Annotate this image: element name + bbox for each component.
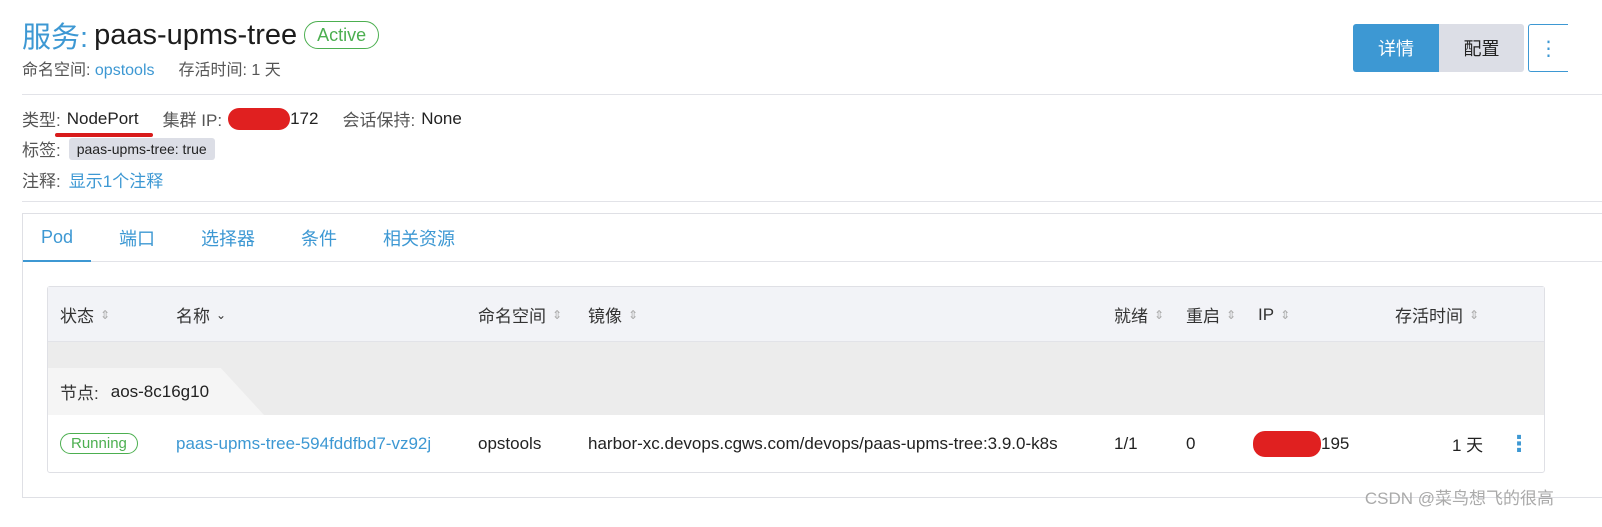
column-header-ip[interactable]: IP ⇕ bbox=[1258, 287, 1290, 342]
service-detail-page: 服务: paas-upms-tree Active 命名空间: opstools… bbox=[0, 0, 1602, 527]
label-tag: paas-upms-tree: true bbox=[68, 137, 215, 160]
age-value: 1 天 bbox=[251, 62, 281, 79]
column-header-status[interactable]: 状态 ⇕ bbox=[60, 287, 110, 342]
sort-icon: ⇕ bbox=[1280, 307, 1291, 322]
node-group-label: 节点: aos-8c16g10 bbox=[48, 368, 264, 415]
config-button[interactable]: 配置 bbox=[1439, 24, 1524, 72]
title-prefix: 服务: bbox=[22, 22, 89, 54]
pod-name-link[interactable]: paas-upms-tree-594fddfbd7-vz92j bbox=[176, 415, 431, 472]
annotations-row: 注释: 显示1个注释 bbox=[22, 167, 163, 192]
session-label: 会话保持: bbox=[342, 111, 416, 130]
redaction-mark bbox=[1253, 430, 1321, 457]
namespace-link[interactable]: opstools bbox=[95, 62, 155, 79]
table-header: 状态 ⇕ 名称 ⌄ 命名空间 ⇕ 镜像 ⇕ 就绪 ⇕ 重启 ⇕ IP ⇕ 存活时间 ⇕ bbox=[48, 287, 1544, 342]
pod-ip-suffix: 195 bbox=[1321, 433, 1350, 453]
column-header-ready[interactable]: 就绪 ⇕ bbox=[1114, 287, 1164, 342]
sort-icon: ⇕ bbox=[1469, 307, 1480, 322]
cluster-ip-suffix: 172 bbox=[290, 108, 319, 128]
redaction-mark bbox=[228, 107, 291, 130]
age-label: 存活时间: bbox=[178, 62, 247, 79]
sort-icon: ⇕ bbox=[1154, 307, 1165, 322]
divider bbox=[22, 94, 1602, 95]
service-meta: 命名空间: opstools 存活时间: 1 天 bbox=[22, 56, 281, 80]
resource-tabs-panel: Pod 端口 选择器 条件 相关资源 状态 ⇕ 名称 ⌄ 命名空间 ⇕ 镜像 ⇕ 就绪 ⇕… bbox=[22, 213, 1602, 498]
page-title: 服务: paas-upms-tree Active bbox=[22, 14, 380, 56]
labels-row: 标签: paas-upms-tree: true bbox=[22, 136, 215, 161]
pod-namespace: opstools bbox=[478, 433, 542, 453]
service-name: paas-upms-tree bbox=[94, 18, 298, 51]
pod-restarts: 0 bbox=[1186, 433, 1196, 453]
show-annotations-link[interactable]: 显示1个注释 bbox=[69, 167, 163, 192]
node-group: 节点: aos-8c16g10 bbox=[48, 342, 1544, 415]
labels-label: 标签: bbox=[22, 141, 61, 160]
namespace-meta: 命名空间: opstools bbox=[22, 56, 155, 80]
sort-icon: ⇕ bbox=[100, 307, 111, 322]
session-value: None bbox=[421, 108, 462, 128]
cluster-ip-label: 集群 IP: bbox=[162, 111, 223, 130]
annotations-label: 注释: bbox=[22, 172, 61, 191]
divider bbox=[22, 201, 1602, 202]
tab-conditions[interactable]: 条件 bbox=[283, 214, 355, 262]
table-row: Running paas-upms-tree-594fddfbd7-vz92j … bbox=[48, 415, 1544, 472]
age-meta: 存活时间: 1 天 bbox=[179, 56, 281, 80]
pod-table: 状态 ⇕ 名称 ⌄ 命名空间 ⇕ 镜像 ⇕ 就绪 ⇕ 重启 ⇕ IP ⇕ 存活时间 ⇕ 节点: … bbox=[47, 286, 1545, 473]
type-value: NodePort bbox=[54, 108, 153, 137]
column-header-name[interactable]: 名称 ⌄ bbox=[176, 287, 226, 342]
service-info-row: 类型: NodePort 集群 IP: 172 会话保持: None bbox=[22, 106, 462, 137]
node-label: 节点: bbox=[60, 384, 99, 403]
more-actions-button[interactable]: ⋮ bbox=[1528, 24, 1568, 72]
tab-selectors[interactable]: 选择器 bbox=[183, 214, 273, 262]
type-label: 类型: bbox=[22, 111, 61, 130]
tab-ports[interactable]: 端口 bbox=[101, 214, 173, 262]
watermark: CSDN @菜鸟想飞的很高 bbox=[1364, 489, 1554, 508]
pod-ip: 195 bbox=[1253, 415, 1349, 472]
tab-bar: Pod 端口 选择器 条件 相关资源 bbox=[23, 214, 1602, 262]
tab-pod[interactable]: Pod bbox=[23, 214, 92, 262]
sort-desc-icon: ⌄ bbox=[216, 307, 227, 322]
column-header-age[interactable]: 存活时间 ⇕ bbox=[1395, 287, 1479, 342]
action-buttons: 详情 配置 ⋮ bbox=[1353, 24, 1568, 72]
sort-icon: ⇕ bbox=[628, 307, 639, 322]
column-header-namespace[interactable]: 命名空间 ⇕ bbox=[478, 287, 562, 342]
column-header-restarts[interactable]: 重启 ⇕ bbox=[1186, 287, 1236, 342]
pod-image: harbor-xc.devops.cgws.com/devops/paas-up… bbox=[588, 433, 1058, 453]
sort-icon: ⇕ bbox=[552, 307, 563, 322]
pod-status-badge: Running bbox=[60, 433, 138, 454]
pod-ready: 1/1 bbox=[1114, 433, 1138, 453]
column-header-image[interactable]: 镜像 ⇕ bbox=[588, 287, 638, 342]
row-menu-icon[interactable]: ⋮ bbox=[1508, 415, 1530, 472]
tab-related-resources[interactable]: 相关资源 bbox=[365, 214, 473, 262]
status-badge: Active bbox=[304, 21, 380, 49]
namespace-label: 命名空间: bbox=[22, 62, 91, 79]
pod-age: 1 天 bbox=[1452, 436, 1484, 455]
node-value: aos-8c16g10 bbox=[110, 381, 210, 401]
sort-icon: ⇕ bbox=[1226, 307, 1237, 322]
detail-button[interactable]: 详情 bbox=[1353, 24, 1439, 72]
